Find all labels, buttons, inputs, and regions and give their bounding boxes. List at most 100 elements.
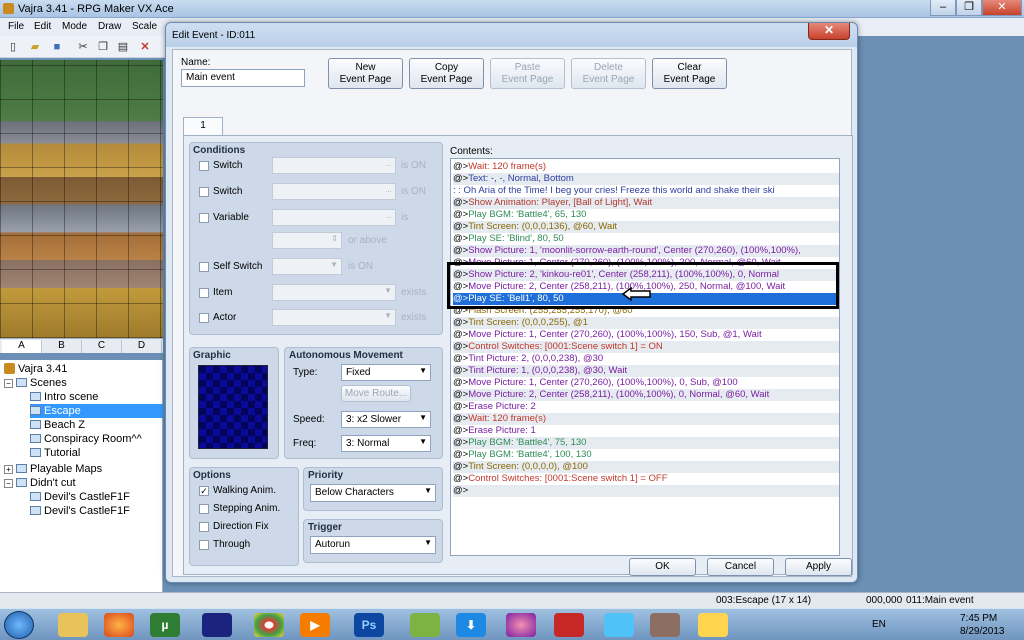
- event-command-line[interactable]: : : Oh Aria of the Time! I beg your crie…: [453, 185, 839, 197]
- event-command-line[interactable]: @>Text: -, -, Normal, Bottom: [453, 173, 839, 185]
- ok-button[interactable]: OK: [629, 558, 696, 576]
- trigger-dropdown[interactable]: Autorun ▼: [310, 536, 436, 554]
- map-tree-item[interactable]: Conspiracy Room^^: [30, 432, 142, 446]
- photoshop-icon[interactable]: Ps: [354, 613, 384, 637]
- firefox-icon[interactable]: [104, 613, 134, 637]
- through-checkbox[interactable]: [199, 540, 209, 550]
- event-command-line[interactable]: @>Show Picture: 1, 'moonlit-sorrow-earth…: [453, 245, 839, 257]
- clock-date[interactable]: 8/29/2013: [960, 626, 1005, 637]
- clear-event-page-button[interactable]: Clear Event Page: [652, 58, 727, 89]
- tile-tab-b[interactable]: B: [42, 340, 82, 353]
- app-taskbar-icon[interactable]: [202, 613, 232, 637]
- switch2-checkbox[interactable]: [199, 187, 209, 197]
- new-event-page-button[interactable]: New Event Page: [328, 58, 403, 89]
- event-command-line[interactable]: @>Tint Picture: 2, (0,0,0,238), @30: [453, 353, 839, 365]
- restore-icon[interactable]: ❐: [956, 0, 982, 16]
- map-tree-item[interactable]: + Playable Maps: [4, 462, 102, 476]
- collapse-icon[interactable]: −: [4, 479, 13, 488]
- clock-time[interactable]: 7:45 PM: [960, 613, 997, 624]
- self-switch-checkbox[interactable]: [199, 262, 209, 272]
- event-commands-list[interactable]: @>Wait: 120 frame(s) @>Text: -, -, Normal…: [450, 158, 840, 556]
- tile-tab-a[interactable]: A: [2, 340, 42, 353]
- menu-mode[interactable]: Mode: [62, 21, 87, 32]
- tileset-palette[interactable]: [0, 60, 163, 338]
- minimize-icon[interactable]: –: [930, 0, 956, 16]
- map-tree-item[interactable]: Devil's CastleF1F: [30, 504, 130, 518]
- menu-edit[interactable]: Edit: [34, 21, 51, 32]
- frequency-dropdown[interactable]: 3: Normal ▼: [341, 435, 431, 452]
- event-command-line[interactable]: @>Show Animation: Player, [Ball of Light…: [453, 197, 839, 209]
- menu-draw[interactable]: Draw: [98, 21, 121, 32]
- event-command-line[interactable]: @>Tint Screen: (0,0,0,0), @100: [453, 461, 839, 473]
- utorrent-icon[interactable]: µ: [150, 613, 180, 637]
- self-switch-dropdown[interactable]: ▼: [272, 258, 342, 275]
- stepping-anim-checkbox[interactable]: [199, 504, 209, 514]
- map-tree-item[interactable]: Beach Z: [30, 418, 85, 432]
- start-button-icon[interactable]: [4, 611, 34, 639]
- tab-page-1[interactable]: 1: [183, 117, 223, 135]
- event-command-line[interactable]: @>Move Picture: 1, Center (270,260), (10…: [453, 329, 839, 341]
- event-command-line[interactable]: @>Erase Picture: 1: [453, 425, 839, 437]
- event-command-line[interactable]: @>Control Switches: [0001:Scene switch 1…: [453, 341, 839, 353]
- map-tree-item-selected[interactable]: Escape: [30, 404, 163, 418]
- tile-tab-c[interactable]: C: [82, 340, 122, 353]
- open-project-icon[interactable]: ▰: [28, 40, 42, 54]
- event-command-line[interactable]: @>Move Picture: 2, Center (258,211), (10…: [453, 389, 839, 401]
- tile-tab-d[interactable]: D: [122, 340, 162, 353]
- switch2-selector[interactable]: ...: [272, 183, 396, 200]
- explorer-icon[interactable]: [58, 613, 88, 637]
- chrome-icon[interactable]: [254, 613, 284, 637]
- delete-icon[interactable]: ✕: [138, 40, 152, 54]
- variable-selector[interactable]: ...: [272, 209, 396, 226]
- paste-icon[interactable]: ▤: [116, 40, 130, 54]
- event-name-input[interactable]: Main event: [181, 69, 305, 87]
- expand-icon[interactable]: +: [4, 465, 13, 474]
- delete-event-page-button[interactable]: Delete Event Page: [571, 58, 646, 89]
- event-command-line[interactable]: @>Play BGM: 'Battle4', 75, 130: [453, 437, 839, 449]
- event-command-line[interactable]: @>Wait: 120 frame(s): [453, 161, 839, 173]
- map-tree-item[interactable]: − Scenes: [4, 376, 67, 390]
- event-graphic-preview[interactable]: [198, 365, 268, 449]
- event-command-line[interactable]: @>Play BGM: 'Battle4', 65, 130: [453, 209, 839, 221]
- map-tree-item[interactable]: − Didn't cut: [4, 476, 76, 490]
- map-tree-item[interactable]: Intro scene: [30, 390, 98, 404]
- rpg-maker-icon[interactable]: [554, 613, 584, 637]
- walking-anim-checkbox[interactable]: ✓: [199, 486, 209, 496]
- menu-file[interactable]: File: [8, 21, 24, 32]
- event-command-line[interactable]: @>Tint Screen: (0,0,0,136), @60, Wait: [453, 221, 839, 233]
- copy-event-page-button[interactable]: Copy Event Page: [409, 58, 484, 89]
- app2-taskbar-icon[interactable]: [506, 613, 536, 637]
- event-command-line[interactable]: @>Move Picture: 1, Center (270,260), (10…: [453, 377, 839, 389]
- cancel-button[interactable]: Cancel: [707, 558, 774, 576]
- download-manager-icon[interactable]: ⬇: [456, 613, 486, 637]
- event-command-line[interactable]: @>Tint Picture: 1, (0,0,0,238), @30, Wai…: [453, 365, 839, 377]
- language-indicator[interactable]: EN: [872, 619, 886, 630]
- switch1-selector[interactable]: ...: [272, 157, 396, 174]
- movement-type-dropdown[interactable]: Fixed ▼: [341, 364, 431, 381]
- app4-taskbar-icon[interactable]: [650, 613, 680, 637]
- item-checkbox[interactable]: [199, 288, 209, 298]
- event-command-line[interactable]: @>: [453, 485, 839, 497]
- apply-button[interactable]: Apply: [785, 558, 852, 576]
- media-player-icon[interactable]: ▶: [300, 613, 330, 637]
- save-project-icon[interactable]: ■: [50, 40, 64, 54]
- copy-icon[interactable]: ❐: [96, 40, 110, 54]
- event-command-line[interactable]: @>Control Switches: [0001:Scene switch 1…: [453, 473, 839, 485]
- item-dropdown[interactable]: ▼: [272, 284, 396, 301]
- event-command-line[interactable]: @>Play SE: 'Blind', 80, 50: [453, 233, 839, 245]
- close-icon[interactable]: ✕: [982, 0, 1022, 16]
- app3-taskbar-icon[interactable]: [604, 613, 634, 637]
- switch1-checkbox[interactable]: [199, 161, 209, 171]
- dialog-close-icon[interactable]: ✕: [808, 23, 850, 40]
- move-route-button[interactable]: Move Route...: [341, 385, 411, 402]
- event-command-line[interactable]: @>Play BGM: 'Battle4', 100, 130: [453, 449, 839, 461]
- map-tree-root[interactable]: Vajra 3.41: [4, 362, 67, 376]
- actor-checkbox[interactable]: [199, 313, 209, 323]
- collapse-icon[interactable]: −: [4, 379, 13, 388]
- qbittorrent-icon[interactable]: [410, 613, 440, 637]
- paste-event-page-button[interactable]: Paste Event Page: [490, 58, 565, 89]
- event-command-line[interactable]: @>Tint Screen: (0,0,0,255), @1: [453, 317, 839, 329]
- actor-dropdown[interactable]: ▼: [272, 309, 396, 326]
- priority-dropdown[interactable]: Below Characters ▼: [310, 484, 436, 502]
- map-tree-item[interactable]: Devil's CastleF1F: [30, 490, 130, 504]
